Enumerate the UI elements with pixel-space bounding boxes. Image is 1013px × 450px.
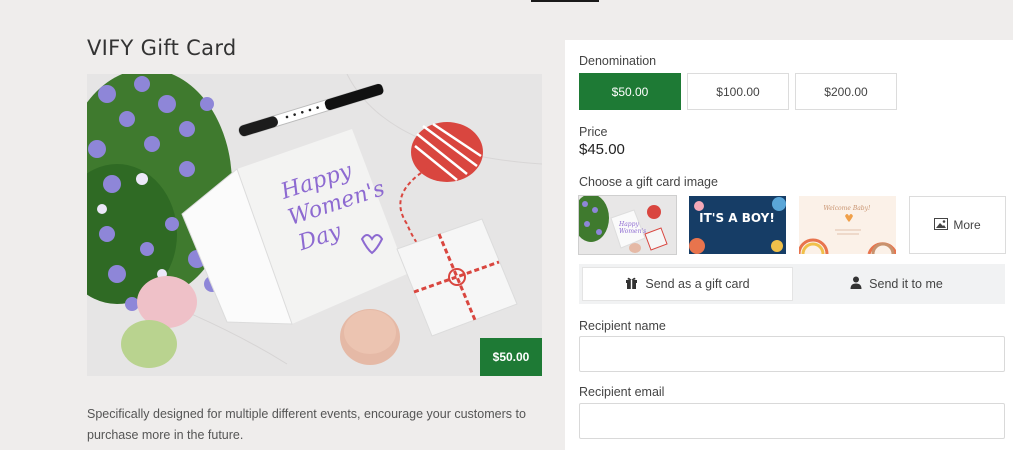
svg-text:IT'S A BOY!: IT'S A BOY! [699, 211, 775, 225]
recipient-name-label: Recipient name [579, 319, 666, 333]
gift-card-form: Denomination $50.00 $100.00 $200.00 Pric… [565, 40, 1013, 450]
denomination-option-100[interactable]: $100.00 [687, 73, 789, 110]
welcome-baby-thumbnail-image: Welcome Baby! [799, 196, 896, 254]
its-a-boy-thumbnail-image: IT'S A BOY! [689, 196, 786, 254]
product-description: Specifically designed for multiple diffe… [87, 407, 526, 442]
svg-text:Women's: Women's [619, 228, 646, 235]
denomination-option-200[interactable]: $200.00 [795, 73, 897, 110]
tab-send-to-me[interactable]: Send it to me [792, 268, 1001, 300]
tab-send-to-me-label: Send it to me [869, 277, 943, 291]
denomination-option-50[interactable]: $50.00 [579, 73, 681, 110]
product-image: Happy Women's Day $50.00 [87, 74, 542, 376]
price-label: Price [579, 125, 608, 139]
gift-icon [625, 276, 638, 292]
thumbnail-womens-day[interactable]: Happy Women's [578, 195, 677, 255]
price-value: $45.00 [579, 141, 625, 158]
gift-card-photo: Happy Women's Day [87, 74, 542, 376]
tab-send-as-gift-label: Send as a gift card [645, 277, 750, 291]
tab-send-as-gift[interactable]: Send as a gift card [583, 268, 792, 300]
recipient-name-input[interactable] [579, 336, 1005, 372]
person-icon [850, 276, 862, 292]
image-choice-label: Choose a gift card image [579, 175, 718, 189]
product-title: VIFY Gift Card [87, 36, 237, 60]
denomination-label: Denomination [579, 54, 657, 68]
recipient-email-label: Recipient email [579, 385, 665, 399]
gift-card-image-options: Happy Women's IT'S A BOY! Welcome Baby! … [578, 195, 1006, 255]
more-images-button[interactable]: More [909, 196, 1006, 254]
recipient-email-input[interactable] [579, 403, 1005, 439]
thumbnail-its-a-boy[interactable]: IT'S A BOY! [689, 196, 786, 254]
price-badge: $50.00 [480, 338, 542, 376]
denomination-options: $50.00 $100.00 $200.00 [579, 73, 897, 110]
svg-text:Happy: Happy [618, 221, 639, 228]
image-icon [934, 217, 949, 233]
more-label: More [953, 218, 981, 232]
send-mode-tabs: Send as a gift card Send it to me [579, 264, 1005, 304]
svg-text:Welcome Baby!: Welcome Baby! [824, 205, 871, 212]
top-link-underline [531, 0, 599, 2]
thumbnail-welcome-baby[interactable]: Welcome Baby! [799, 196, 896, 254]
womens-day-thumbnail-image: Happy Women's [579, 196, 676, 254]
